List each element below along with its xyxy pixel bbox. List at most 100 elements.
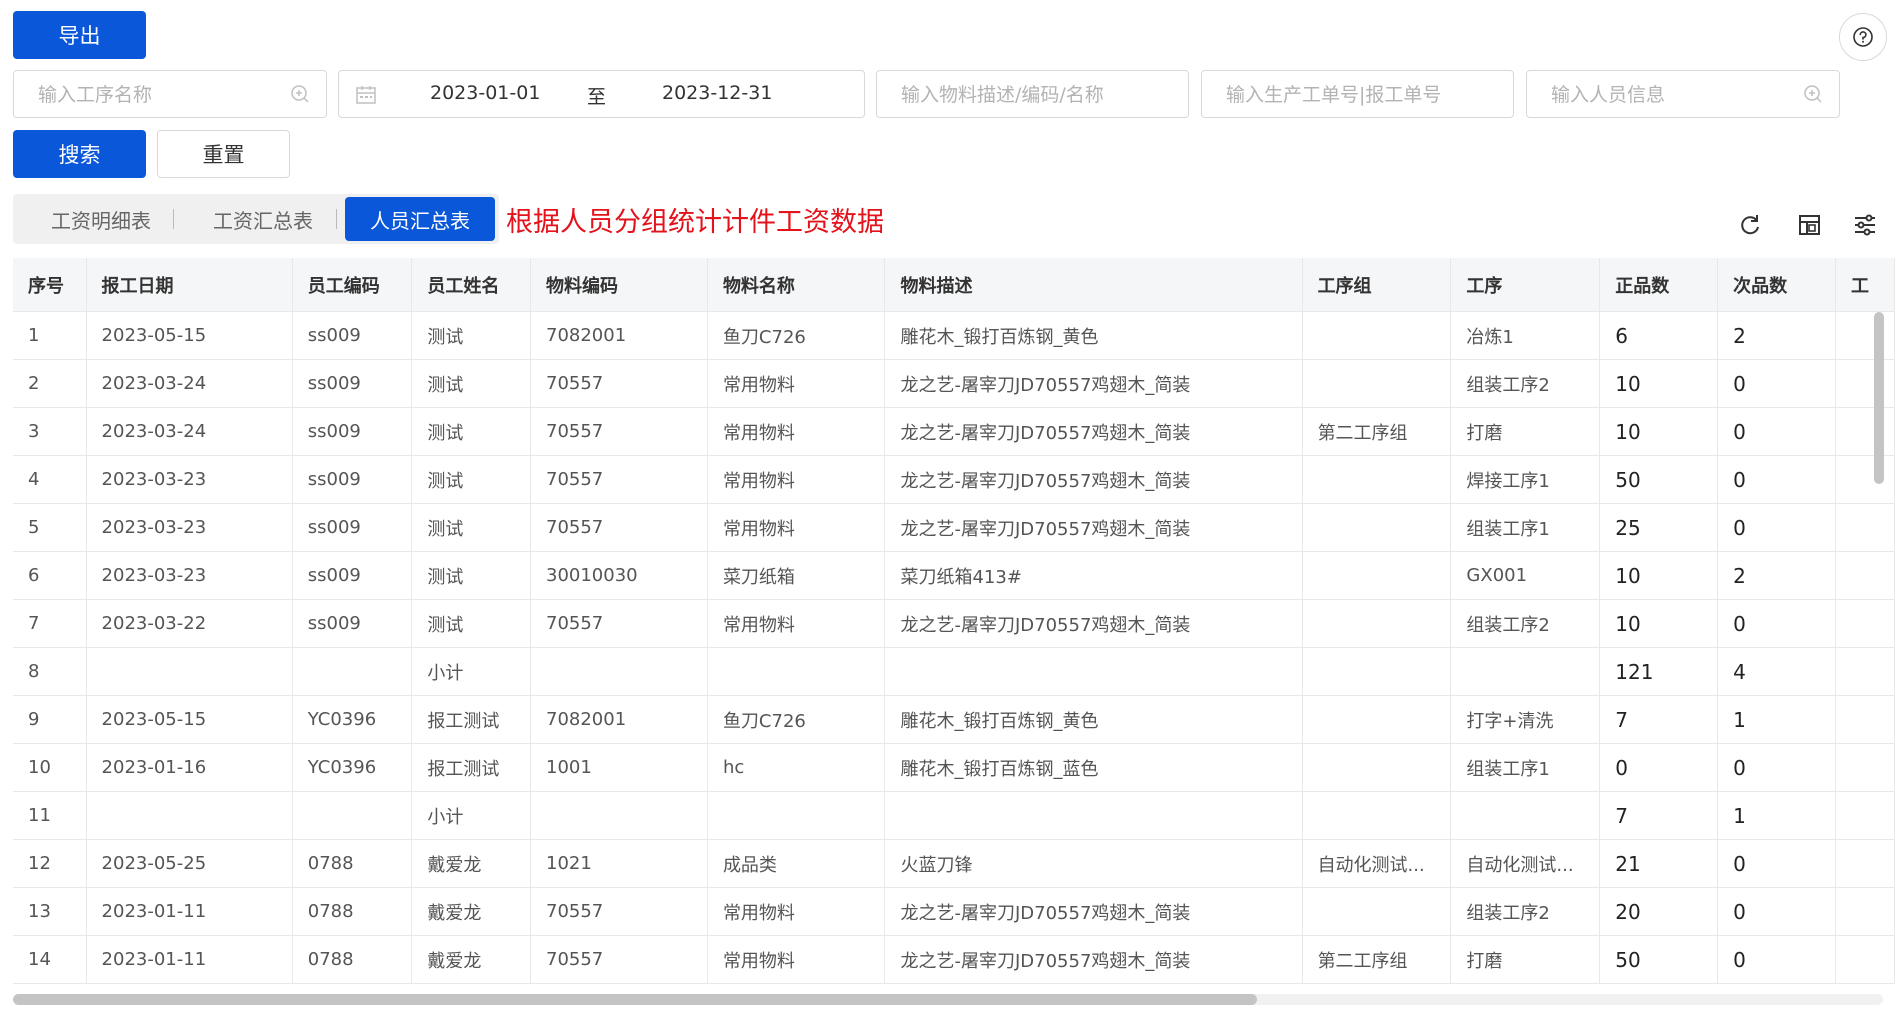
cell-process: 自动化测试... <box>1450 839 1601 888</box>
date-end-value[interactable]: 2023-12-31 <box>662 82 772 104</box>
cell-report-date: 2023-03-23 <box>86 503 293 552</box>
cell-defect-qty: 0 <box>1717 743 1837 792</box>
export-button[interactable]: 导出 <box>13 11 146 59</box>
cell-extra <box>1835 455 1895 504</box>
table-row[interactable]: 10 2023-01-16 YC0396 报工测试 1001 hc 雕花木_锻打百炼钢_蓝色… <box>13 743 1895 792</box>
cell-material-code: 70557 <box>530 455 708 504</box>
material-input[interactable] <box>899 79 1183 111</box>
search-button[interactable]: 搜索 <box>13 130 146 178</box>
column-header[interactable]: 正品数 <box>1599 258 1719 312</box>
cell-employee-code: ss009 <box>292 599 413 648</box>
column-header[interactable]: 序号 <box>13 258 87 312</box>
vertical-scrollbar[interactable] <box>1874 312 1884 484</box>
process-name-field[interactable] <box>13 70 327 118</box>
person-field[interactable] <box>1526 70 1840 118</box>
horizontal-scrollbar[interactable] <box>13 994 1257 1005</box>
date-range-picker[interactable]: 2023-01-01 至 2023-12-31 <box>338 70 865 118</box>
column-header[interactable]: 员工编码 <box>292 258 413 312</box>
cell-process-group <box>1302 695 1452 744</box>
column-header[interactable]: 工序 <box>1450 258 1601 312</box>
search-plus-icon[interactable] <box>290 84 310 104</box>
reset-button[interactable]: 重置 <box>157 130 290 178</box>
cell-process-group: 第二工序组 <box>1302 407 1452 456</box>
cell-row-index: 6 <box>13 551 87 600</box>
help-button[interactable] <box>1839 13 1887 61</box>
date-start-value[interactable]: 2023-01-01 <box>430 82 540 104</box>
cell-defect-qty: 0 <box>1717 599 1837 648</box>
cell-material-name: 常用物料 <box>707 455 886 504</box>
table-row[interactable]: 12 2023-05-25 0788 戴爱龙 1021 成品类 火蓝刀锋 自动化测试... 自动… <box>13 839 1895 888</box>
work-order-field[interactable] <box>1201 70 1514 118</box>
tab-wage-detail[interactable]: 工资明细表 <box>21 197 181 241</box>
column-header[interactable]: 物料描述 <box>884 258 1303 312</box>
column-header[interactable]: 工序组 <box>1302 258 1452 312</box>
cell-good-qty: 50 <box>1599 455 1719 504</box>
cell-employee-name: 戴爱龙 <box>411 839 531 888</box>
table-row[interactable]: 13 2023-01-11 0788 戴爱龙 70557 常用物料 龙之艺-屠宰刀JD705… <box>13 887 1895 936</box>
cell-material-code: 70557 <box>530 407 708 456</box>
cell-defect-qty: 0 <box>1717 935 1837 984</box>
material-field[interactable] <box>876 70 1189 118</box>
cell-material-code: 7082001 <box>530 311 708 360</box>
column-header[interactable]: 员工姓名 <box>411 258 531 312</box>
cell-row-index: 7 <box>13 599 87 648</box>
cell-row-index: 14 <box>13 935 87 984</box>
tab-person-summary[interactable]: 人员汇总表 <box>345 197 495 241</box>
cell-extra <box>1835 743 1895 792</box>
table-row[interactable]: 8 小计 121 4 <box>13 647 1895 696</box>
refresh-icon[interactable] <box>1737 212 1763 238</box>
tab-wage-summary[interactable]: 工资汇总表 <box>183 197 343 241</box>
table-row[interactable]: 3 2023-03-24 ss009 测试 70557 常用物料 龙之艺-屠宰刀JD7055… <box>13 407 1895 456</box>
cell-material-name: 鱼刀C726 <box>707 311 886 360</box>
table-row[interactable]: 9 2023-05-15 YC0396 报工测试 7082001 鱼刀C726 雕花木_锻打… <box>13 695 1895 744</box>
table-row[interactable]: 5 2023-03-23 ss009 测试 70557 常用物料 龙之艺-屠宰刀JD7055… <box>13 503 1895 552</box>
cell-extra <box>1835 407 1895 456</box>
cell-extra <box>1835 359 1895 408</box>
cell-good-qty: 10 <box>1599 359 1719 408</box>
cell-material-desc: 菜刀纸箱413# <box>884 551 1303 600</box>
table-row[interactable]: 14 2023-01-11 0788 戴爱龙 70557 常用物料 龙之艺-屠宰刀JD705… <box>13 935 1895 984</box>
column-header[interactable]: 报工日期 <box>86 258 293 312</box>
column-header[interactable]: 物料编码 <box>530 258 708 312</box>
cell-material-name: 鱼刀C726 <box>707 695 886 744</box>
column-settings-icon[interactable] <box>1797 212 1823 238</box>
cell-process-group <box>1302 311 1452 360</box>
table-row[interactable]: 4 2023-03-23 ss009 测试 70557 常用物料 龙之艺-屠宰刀JD7055… <box>13 455 1895 504</box>
cell-extra <box>1835 311 1895 360</box>
cell-employee-name: 测试 <box>411 359 531 408</box>
table-row[interactable]: 6 2023-03-23 ss009 测试 30010030 菜刀纸箱 菜刀纸箱413# GX… <box>13 551 1895 600</box>
table-row[interactable]: 2 2023-03-24 ss009 测试 70557 常用物料 龙之艺-屠宰刀JD7055… <box>13 359 1895 408</box>
filter-settings-icon[interactable] <box>1852 212 1878 238</box>
table-row[interactable]: 1 2023-05-15 ss009 测试 7082001 鱼刀C726 雕花木_锻打百炼钢… <box>13 311 1895 360</box>
cell-report-date: 2023-03-23 <box>86 455 293 504</box>
cell-extra <box>1835 551 1895 600</box>
cell-material-desc: 龙之艺-屠宰刀JD70557鸡翅木_简装 <box>884 935 1303 984</box>
column-header[interactable]: 物料名称 <box>707 258 886 312</box>
cell-report-date <box>86 647 293 696</box>
cell-defect-qty: 0 <box>1717 839 1837 888</box>
cell-extra <box>1835 695 1895 744</box>
cell-employee-name: 测试 <box>411 407 531 456</box>
cell-employee-code: ss009 <box>292 503 413 552</box>
cell-report-date: 2023-03-24 <box>86 407 293 456</box>
cell-employee-code: 0788 <box>292 839 413 888</box>
cell-row-index: 12 <box>13 839 87 888</box>
cell-extra <box>1835 887 1895 936</box>
table-row[interactable]: 7 2023-03-22 ss009 测试 70557 常用物料 龙之艺-屠宰刀JD7055… <box>13 599 1895 648</box>
cell-employee-code: ss009 <box>292 359 413 408</box>
cell-good-qty: 0 <box>1599 743 1719 792</box>
cell-employee-name: 测试 <box>411 551 531 600</box>
cell-process-group <box>1302 359 1452 408</box>
cell-report-date: 2023-01-11 <box>86 935 293 984</box>
table-row[interactable]: 11 小计 7 1 <box>13 791 1895 840</box>
cell-row-index: 5 <box>13 503 87 552</box>
work-order-input[interactable] <box>1224 79 1508 111</box>
person-input[interactable] <box>1549 79 1795 111</box>
search-plus-icon[interactable] <box>1803 84 1823 104</box>
cell-employee-name: 戴爱龙 <box>411 935 531 984</box>
process-name-input[interactable] <box>36 79 282 111</box>
column-header[interactable]: 工 <box>1835 258 1895 312</box>
cell-material-name: 常用物料 <box>707 407 886 456</box>
column-header[interactable]: 次品数 <box>1717 258 1837 312</box>
cell-row-index: 4 <box>13 455 87 504</box>
